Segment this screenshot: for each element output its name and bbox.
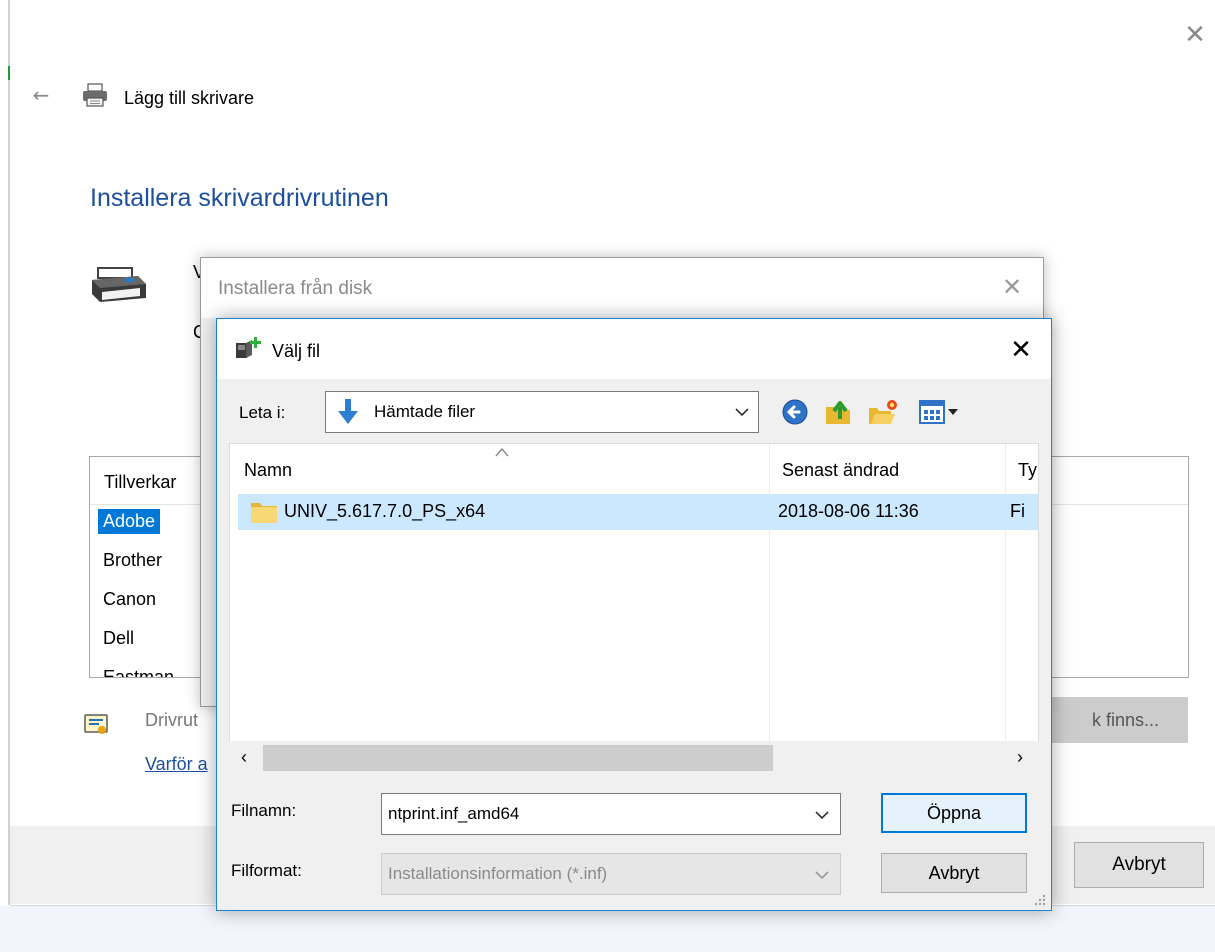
wizard-close-icon[interactable]: ✕: [1180, 20, 1210, 50]
desktop-strip: [0, 906, 1215, 952]
install-icon: [236, 337, 261, 358]
wizard-title: Lägg till skrivare: [124, 88, 255, 108]
column-header-date[interactable]: Senast ändrad: [782, 460, 899, 481]
horizontal-scrollbar[interactable]: ‹ ›: [229, 741, 1039, 773]
resize-grip-icon[interactable]: [1031, 891, 1047, 907]
file-name: UNIV_5.617.7.0_PS_x64: [284, 501, 486, 521]
manufacturer-column-header[interactable]: Tillverkar: [104, 472, 176, 493]
certificate-icon: [84, 714, 108, 734]
manufacturer-item[interactable]: Brother: [98, 548, 167, 573]
manufacturer-item[interactable]: Adobe: [98, 509, 161, 534]
choose-file-dialog: Välj fil ✕ Leta i: Hämtade filer Namn Se…: [216, 318, 1052, 911]
downloads-arrow-icon: [338, 399, 358, 424]
filetype-select: Installationsinformation (*.inf): [381, 853, 841, 895]
file-date: 2018-08-06 11:36: [778, 501, 919, 521]
up-folder-icon[interactable]: [823, 397, 855, 427]
chevron-down-icon: [815, 871, 829, 880]
dialog-titlebar: [217, 319, 1051, 379]
file-row[interactable]: UNIV_5.617.7.0_PS_x64 2018-08-06 11:36 F…: [238, 494, 1038, 530]
page-heading: Installera skrivardrivrutinen: [90, 184, 389, 212]
manufacturer-item[interactable]: Eastman: [98, 665, 179, 677]
chevron-down-icon[interactable]: [810, 803, 834, 827]
back-arrow-icon[interactable]: ←: [28, 82, 54, 108]
column-header-type[interactable]: Ty: [1018, 460, 1037, 481]
view-menu-icon[interactable]: [917, 397, 967, 427]
window-border: [8, 0, 10, 905]
column-divider[interactable]: [769, 444, 770, 744]
filetype-label: Filformat:: [231, 861, 302, 880]
filetype-value: Installationsinformation (*.inf): [388, 864, 608, 883]
sort-ascending-icon: [495, 447, 509, 457]
open-button[interactable]: Öppna: [881, 793, 1027, 833]
look-in-value: Hämtade filer: [374, 402, 476, 421]
driver-signed-text: Drivrut: [145, 710, 198, 730]
cancel-button[interactable]: Avbryt: [881, 853, 1027, 893]
printer-icon: [83, 83, 107, 107]
column-divider[interactable]: [1005, 444, 1006, 744]
scroll-right-icon[interactable]: ›: [1005, 741, 1035, 773]
scrollbar-thumb[interactable]: [263, 745, 773, 771]
scroll-left-icon[interactable]: ‹: [229, 741, 259, 773]
disk-dialog-close-icon[interactable]: ✕: [997, 272, 1027, 302]
manufacturer-item[interactable]: Canon: [98, 587, 161, 612]
file-dialog-close-icon[interactable]: ✕: [1005, 334, 1037, 366]
file-list[interactable]: Namn Senast ändrad Ty UNIV_5.617.7.0_PS_…: [229, 443, 1039, 773]
look-in-label: Leta i:: [239, 403, 286, 422]
folder-icon: [251, 503, 277, 523]
new-folder-icon[interactable]: [867, 397, 899, 427]
window-accent-mark: [8, 66, 10, 80]
large-printer-icon: [92, 267, 146, 302]
wizard-cancel-button[interactable]: Avbryt: [1074, 842, 1204, 888]
look-in-dropdown[interactable]: Hämtade filer: [325, 391, 759, 433]
why-signing-link[interactable]: Varför a: [145, 754, 208, 775]
manufacturer-item[interactable]: Dell: [98, 626, 139, 651]
filename-value: ntprint.inf_amd64: [388, 804, 520, 823]
dialog-title: Installera från disk: [218, 278, 373, 299]
column-header-name[interactable]: Namn: [244, 460, 292, 481]
dialog-title: Välj fil: [272, 341, 321, 361]
file-type: Fi: [1010, 501, 1025, 521]
chevron-down-icon: [735, 408, 749, 417]
filename-input[interactable]: ntprint.inf_amd64: [381, 793, 841, 835]
back-icon[interactable]: [779, 397, 811, 427]
filename-label: Filnamn:: [231, 801, 297, 820]
